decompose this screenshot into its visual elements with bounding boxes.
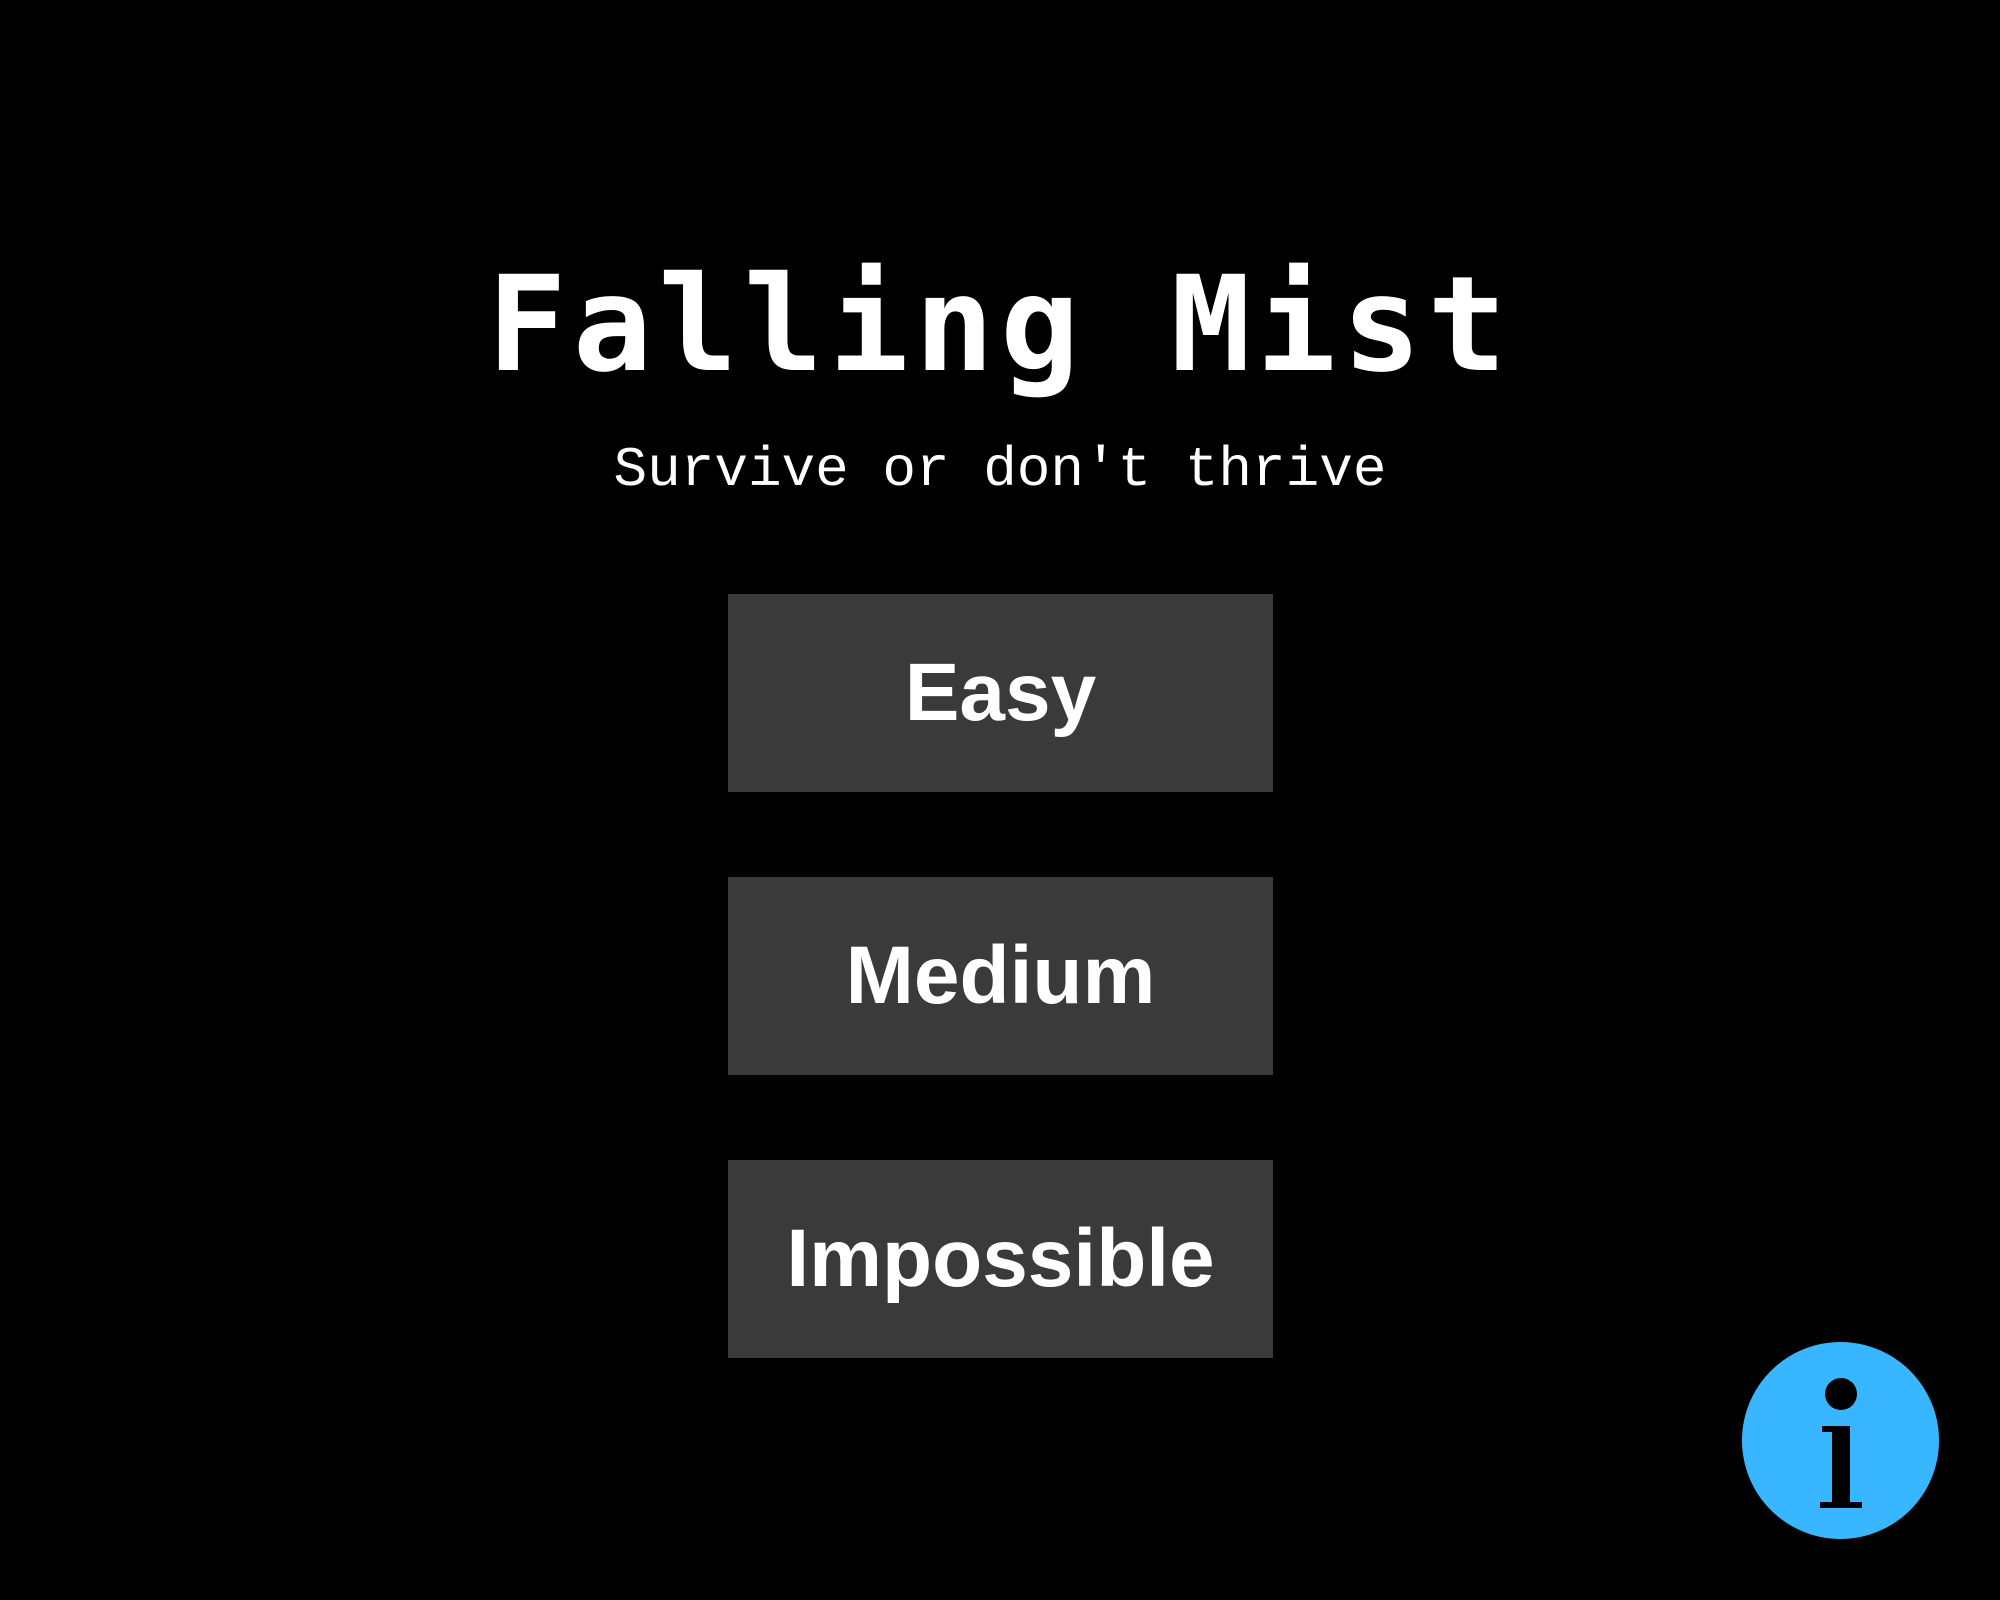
game-subtitle: Survive or don't thrive [613, 438, 1387, 502]
impossible-button[interactable]: Impossible [728, 1160, 1273, 1358]
easy-button[interactable]: Easy [728, 594, 1273, 792]
game-title: Falling Mist [487, 248, 1513, 402]
info-button[interactable] [1742, 1342, 1939, 1539]
info-icon [1820, 1378, 1862, 1508]
medium-button[interactable]: Medium [728, 877, 1273, 1075]
game-menu-screen: Falling Mist Survive or don't thrive Eas… [0, 0, 2000, 1600]
